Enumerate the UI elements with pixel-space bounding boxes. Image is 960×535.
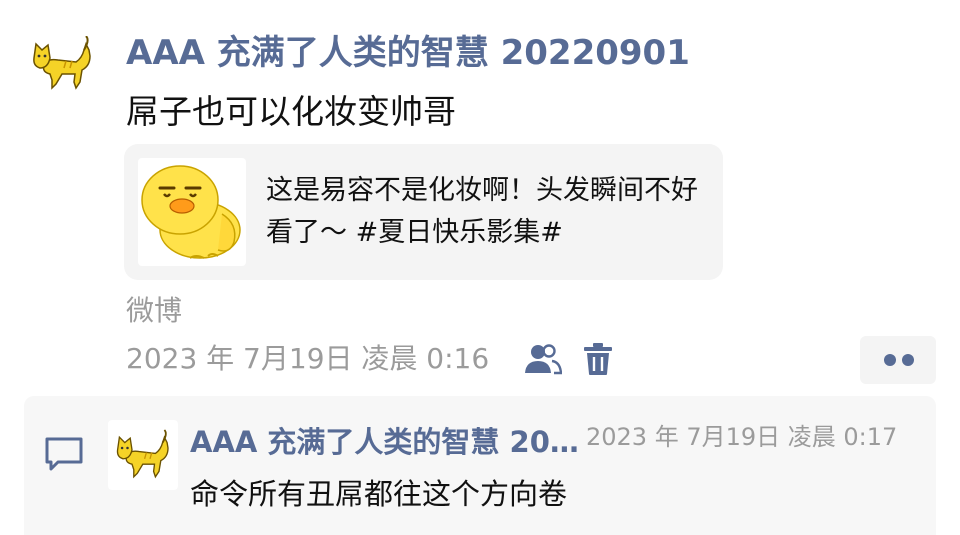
trash-icon[interactable] (584, 342, 612, 376)
comment-timestamp: 2023 年 7月19日 凌晨 0:17 (586, 423, 898, 451)
comment-section: AAA 充满了人类的智慧 20220901 2023 年 7月19日 凌晨 0:… (24, 396, 936, 535)
yellow-duck-sticker-icon (138, 158, 246, 266)
more-dots-icon (902, 354, 914, 366)
cat-avatar-icon[interactable] (30, 35, 94, 94)
share-card-text: 这是易容不是化妆啊！头发瞬间不好看了～ #夏日快乐影集# (266, 175, 698, 248)
comment-bubble-icon (44, 436, 84, 472)
share-card[interactable]: 这是易容不是化妆啊！头发瞬间不好看了～ #夏日快乐影集# (124, 144, 723, 280)
comment-author-name[interactable]: AAA 充满了人类的智慧 20220901 (190, 422, 582, 462)
post-timestamp: 2023 年 7月19日 凌晨 0:16 (126, 342, 490, 375)
cat-avatar-icon[interactable] (108, 420, 178, 490)
friends-visibility-icon[interactable] (524, 343, 563, 375)
moments-post-page: AAA 充满了人类的智慧 20220901 屌子也可以化妆变帅哥 这是易容不是化… (0, 0, 960, 535)
more-dots-icon (884, 354, 896, 366)
post-author-name[interactable]: AAA 充满了人类的智慧 20220901 (126, 30, 690, 76)
post-source[interactable]: 微博 (126, 292, 182, 330)
post-text: 屌子也可以化妆变帅哥 (126, 92, 456, 131)
comment-text[interactable]: 命令所有丑屌都往这个方向卷 (190, 474, 567, 514)
more-options-button[interactable] (860, 336, 936, 384)
